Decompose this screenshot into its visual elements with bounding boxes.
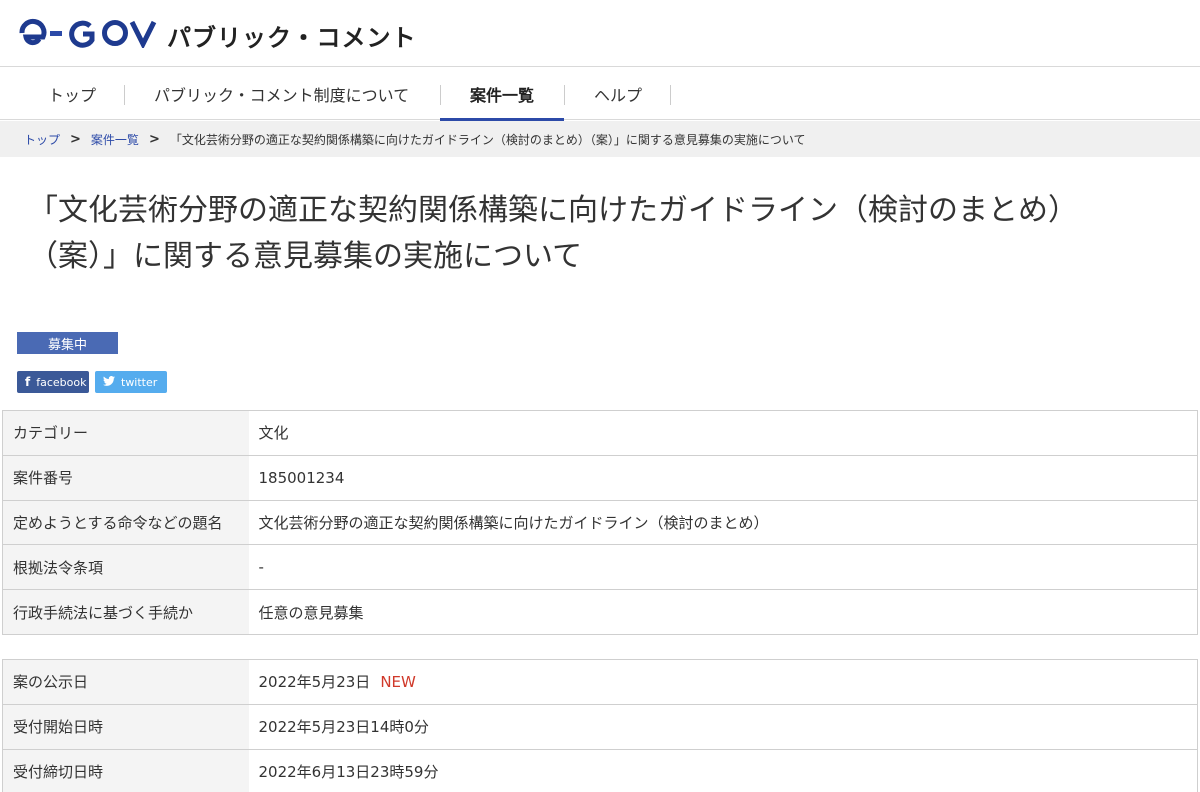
nav-item-help[interactable]: ヘルプ [594, 67, 642, 120]
site-title[interactable]: パブリック・コメント [167, 18, 417, 53]
end-date-label: 受付締切日時 [2, 749, 249, 792]
twitter-bird-icon [103, 375, 115, 389]
egov-logo-mark [18, 18, 160, 48]
subject-value: 文化芸術分野の適正な契約関係構築に向けたガイドライン（検討のまとめ） [248, 500, 1198, 545]
page-title-line2: （案）」に関する意見募集の実施について [28, 239, 583, 274]
breadcrumb-case-list[interactable]: 案件一覧 [91, 131, 139, 148]
law-value: - [248, 544, 1198, 590]
category-label: カテゴリー [2, 410, 249, 456]
table-row: 定めようとする命令などの題名 文化芸術分野の適正な契約関係構築に向けたガイドライ… [2, 500, 1198, 545]
table-row: 案件番号 185001234 [2, 455, 1198, 501]
table-row: 受付開始日時 2022年5月23日14時0分 [2, 704, 1198, 750]
page-title: 「文化芸術分野の適正な契約関係構築に向けたガイドライン（検討のまとめ） （案）」… [28, 188, 1188, 280]
twitter-share-button[interactable]: twitter [95, 371, 167, 393]
breadcrumb-separator: > [70, 131, 81, 147]
subject-label: 定めようとする命令などの題名 [2, 500, 249, 545]
start-date-value: 2022年5月23日14時0分 [248, 704, 1198, 750]
twitter-share-label: twitter [121, 375, 158, 389]
table-row: カテゴリー 文化 [2, 410, 1198, 456]
nav-item-top[interactable]: トップ [48, 67, 96, 120]
procedure-value: 任意の意見募集 [248, 589, 1198, 635]
breadcrumb-separator: > [148, 131, 160, 147]
procedure-label: 行政手続法に基づく手続か [2, 589, 249, 635]
nav-divider [670, 85, 671, 105]
global-nav: トップ パブリック・コメント制度について 案件一覧 ヘルプ [0, 67, 1200, 121]
table-row: 案の公示日 2022年5月23日 NEW [2, 659, 1198, 705]
nav-divider [124, 85, 125, 105]
dates-table: 案の公示日 2022年5月23日 NEW 受付開始日時 2022年5月23日14時… [2, 659, 1198, 792]
facebook-icon: f [25, 375, 31, 389]
published-date-label: 案の公示日 [2, 659, 249, 705]
breadcrumb: トップ > 案件一覧 > 「文化芸術分野の適正な契約関係構築に向けたガイドライン… [0, 121, 1200, 157]
breadcrumb-top[interactable]: トップ [24, 131, 60, 148]
facebook-share-button[interactable]: f facebook [17, 371, 89, 393]
breadcrumb-current: 「文化芸術分野の適正な契約関係構築に向けたガイドライン（検討のまとめ）（案）」に… [169, 132, 806, 147]
site-header: パブリック・コメント [0, 0, 1200, 67]
case-number-label: 案件番号 [2, 455, 249, 501]
new-badge: NEW [380, 673, 416, 692]
egov-logo[interactable] [18, 18, 160, 48]
published-date-value: 2022年5月23日 [258, 673, 371, 692]
nav-item-about[interactable]: パブリック・コメント制度について [154, 67, 409, 120]
published-date-cell: 2022年5月23日 NEW [248, 659, 1198, 705]
category-value: 文化 [248, 410, 1198, 456]
nav-divider [564, 85, 565, 105]
law-label: 根拠法令条項 [2, 544, 249, 590]
case-details-table: カテゴリー 文化 案件番号 185001234 定めようとする命令などの題名 文… [2, 410, 1198, 635]
page-title-line1: 「文化芸術分野の適正な契約関係構築に向けたガイドライン（検討のまとめ） [28, 193, 1078, 228]
start-date-label: 受付開始日時 [2, 704, 249, 750]
share-buttons: f facebook twitter [17, 371, 167, 393]
status-badge: 募集中 [17, 332, 118, 354]
facebook-share-label: facebook [36, 375, 87, 389]
table-row: 受付締切日時 2022年6月13日23時59分 [2, 749, 1198, 792]
nav-item-case-list[interactable]: 案件一覧 [439, 67, 565, 121]
end-date-value: 2022年6月13日23時59分 [248, 749, 1198, 792]
case-number-value: 185001234 [248, 455, 1198, 501]
nav-divider [440, 85, 441, 105]
table-row: 根拠法令条項 - [2, 544, 1198, 590]
table-row: 行政手続法に基づく手続か 任意の意見募集 [2, 589, 1198, 635]
